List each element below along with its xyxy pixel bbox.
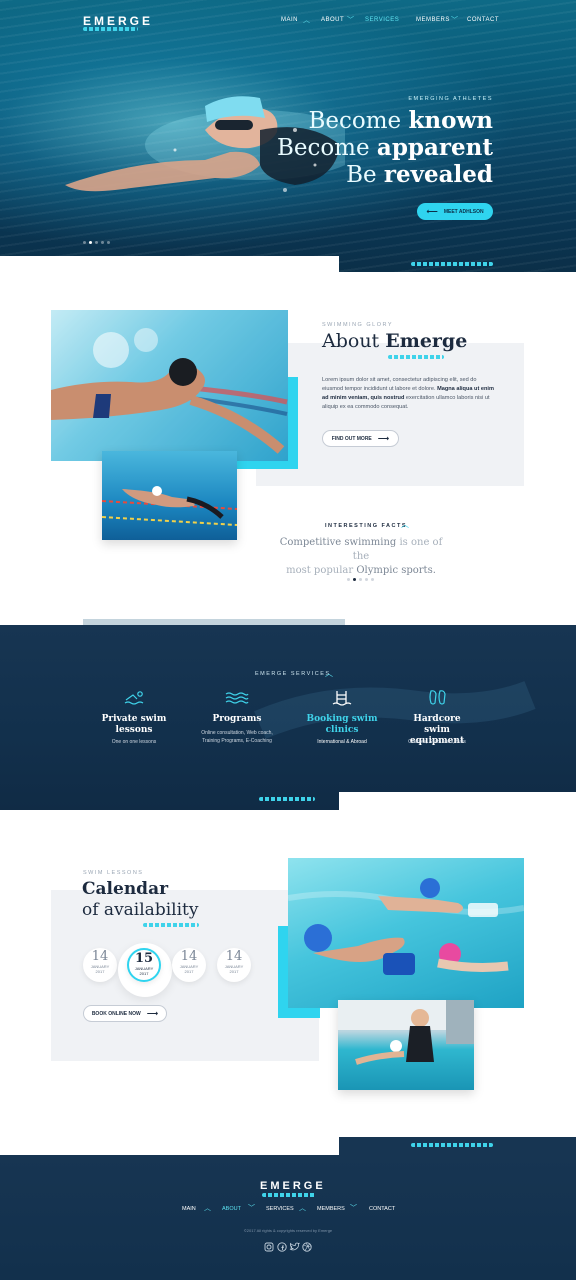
nav-item-members[interactable]: MEMBERS: [416, 17, 450, 23]
chevron-down-icon: ﹀: [248, 1205, 255, 1212]
nav-item-contact[interactable]: CONTACT: [467, 17, 499, 23]
footer: [0, 1155, 576, 1280]
footer-nav-about[interactable]: ABOUT: [222, 1206, 241, 1212]
footer-nav-services[interactable]: SERVICES: [266, 1206, 294, 1212]
services-wave-decoration: [259, 797, 315, 801]
about-secondary-photo: [102, 451, 237, 540]
service-title-programs[interactable]: Programs: [197, 714, 277, 725]
chevron-down-icon: ﹀: [350, 1205, 357, 1212]
slider-dot[interactable]: [83, 241, 86, 244]
arrow-left-icon: ⟵: [426, 207, 438, 216]
about-title: About Emerge: [322, 330, 468, 352]
nav-item-services[interactable]: SERVICES: [365, 17, 399, 23]
service-desc-private-lessons: One on one lessons: [111, 739, 157, 745]
hero-cutout: [83, 256, 339, 272]
waves-icon: [225, 692, 249, 704]
hero-wave-decoration: [411, 262, 493, 266]
facts-text: Competitive swimming is one of the most …: [279, 537, 443, 576]
chevron-up-icon: ︿: [299, 1205, 306, 1212]
footer-nav-main[interactable]: MAIN: [182, 1206, 196, 1212]
swim-lesson-photo: [288, 858, 524, 1008]
chevron-up-icon: ︿: [303, 17, 310, 24]
slider-dot[interactable]: [365, 578, 368, 581]
chevron-up-icon: ︿: [325, 669, 333, 678]
slider-dot-active[interactable]: [89, 241, 92, 244]
page: EMERGE MAIN ︿ ABOUT ﹀ SERVICES MEMBERS ﹀…: [0, 0, 576, 1280]
footer-logo[interactable]: EMERGE: [260, 1180, 326, 1192]
calendar-day[interactable]: 14 JANUARY 2017: [172, 948, 206, 982]
footer-logo-wave: [262, 1193, 316, 1197]
pool-ladder-icon: [332, 691, 352, 706]
about-main-photo: [51, 310, 288, 461]
calendar-wave-decoration: [143, 923, 199, 927]
facts-tagline: INTERESTING FACTS: [325, 523, 408, 529]
about-body-text: Lorem ipsum dolor sit amet, consectetur …: [322, 377, 494, 410]
hero-headline-2: Become apparent: [276, 134, 493, 161]
brand-logo[interactable]: EMERGE: [83, 14, 153, 28]
nav-item-about[interactable]: ABOUT: [321, 17, 344, 23]
instructor-photo: [338, 1000, 474, 1090]
chevron-up-icon: ︿: [204, 1205, 211, 1212]
calendar-title: Calendar: [82, 879, 169, 899]
chevron-down-icon: ﹀: [347, 17, 354, 24]
service-desc-equipment: Glasses, Swim suits, Hats: [408, 739, 466, 745]
services-cutout: [339, 792, 576, 810]
slider-dot-active[interactable]: [353, 578, 356, 581]
slider-dot[interactable]: [371, 578, 374, 581]
find-out-more-button[interactable]: FIND OUT MORE ⟶: [322, 430, 399, 447]
about-tagline: SWIMMING GLORY: [322, 322, 394, 328]
service-title-private-lessons[interactable]: Private swim lessons: [96, 714, 172, 736]
footer-nav-contact[interactable]: CONTACT: [369, 1206, 395, 1212]
chevron-up-icon: ︿: [401, 520, 409, 529]
nav-item-main[interactable]: MAIN: [281, 17, 298, 23]
services-section: [0, 625, 576, 810]
hero-headline-3: Be revealed: [346, 161, 493, 188]
about-wave-decoration: [388, 355, 444, 359]
hero-headline-1: Become known: [308, 107, 493, 134]
services-tagline: EMERGE SERVICES: [255, 671, 331, 677]
facebook-icon[interactable]: [277, 1242, 287, 1252]
hero-cutout-left: [0, 256, 83, 272]
calendar-day[interactable]: 14 JANUARY 2017: [83, 948, 117, 982]
logo-wave-decoration: [83, 27, 138, 31]
slider-dot[interactable]: [107, 241, 110, 244]
calendar-subtitle: of availability: [82, 900, 199, 920]
slider-dot[interactable]: [347, 578, 350, 581]
service-title-booking-clinics[interactable]: Booking swim clinics: [304, 714, 380, 736]
dribbble-icon[interactable]: [302, 1242, 312, 1252]
chevron-down-icon: ﹀: [451, 17, 458, 24]
calendar-day-selected[interactable]: 15 JANUARY 2017: [127, 948, 161, 982]
slider-dot[interactable]: [101, 241, 104, 244]
service-desc-programs: Online consultation, Web coach, Training …: [201, 730, 273, 744]
arrow-right-icon: ⟶: [146, 1009, 159, 1018]
instagram-icon[interactable]: [264, 1242, 274, 1252]
service-desc-booking-clinics: International & Abroad: [317, 739, 367, 745]
slider-dot[interactable]: [95, 241, 98, 244]
meet-athlete-button[interactable]: ⟵ MEET ADHLSON: [417, 203, 493, 220]
hero-banner: EMERGE MAIN ︿ ABOUT ﹀ SERVICES MEMBERS ﹀…: [0, 0, 576, 272]
arrow-right-icon: ⟶: [377, 434, 390, 443]
calendar-day[interactable]: 14 JANUARY 2017: [217, 948, 251, 982]
calendar-tagline: SWIM LESSONS: [83, 870, 144, 876]
book-online-button[interactable]: BOOK ONLINE NOW ⟶: [83, 1005, 167, 1022]
footer-copyright: ©2017 All rights & copyrights reserved b…: [243, 1228, 333, 1233]
swimmer-icon: [124, 691, 144, 705]
flippers-icon: [429, 690, 446, 705]
twitter-icon[interactable]: [289, 1242, 300, 1252]
hero-tagline: EMERGING ATHLETES: [408, 96, 493, 102]
slider-dot[interactable]: [359, 578, 362, 581]
footer-wave-decoration: [411, 1143, 493, 1147]
footer-nav-members[interactable]: MEMBERS: [317, 1206, 345, 1212]
